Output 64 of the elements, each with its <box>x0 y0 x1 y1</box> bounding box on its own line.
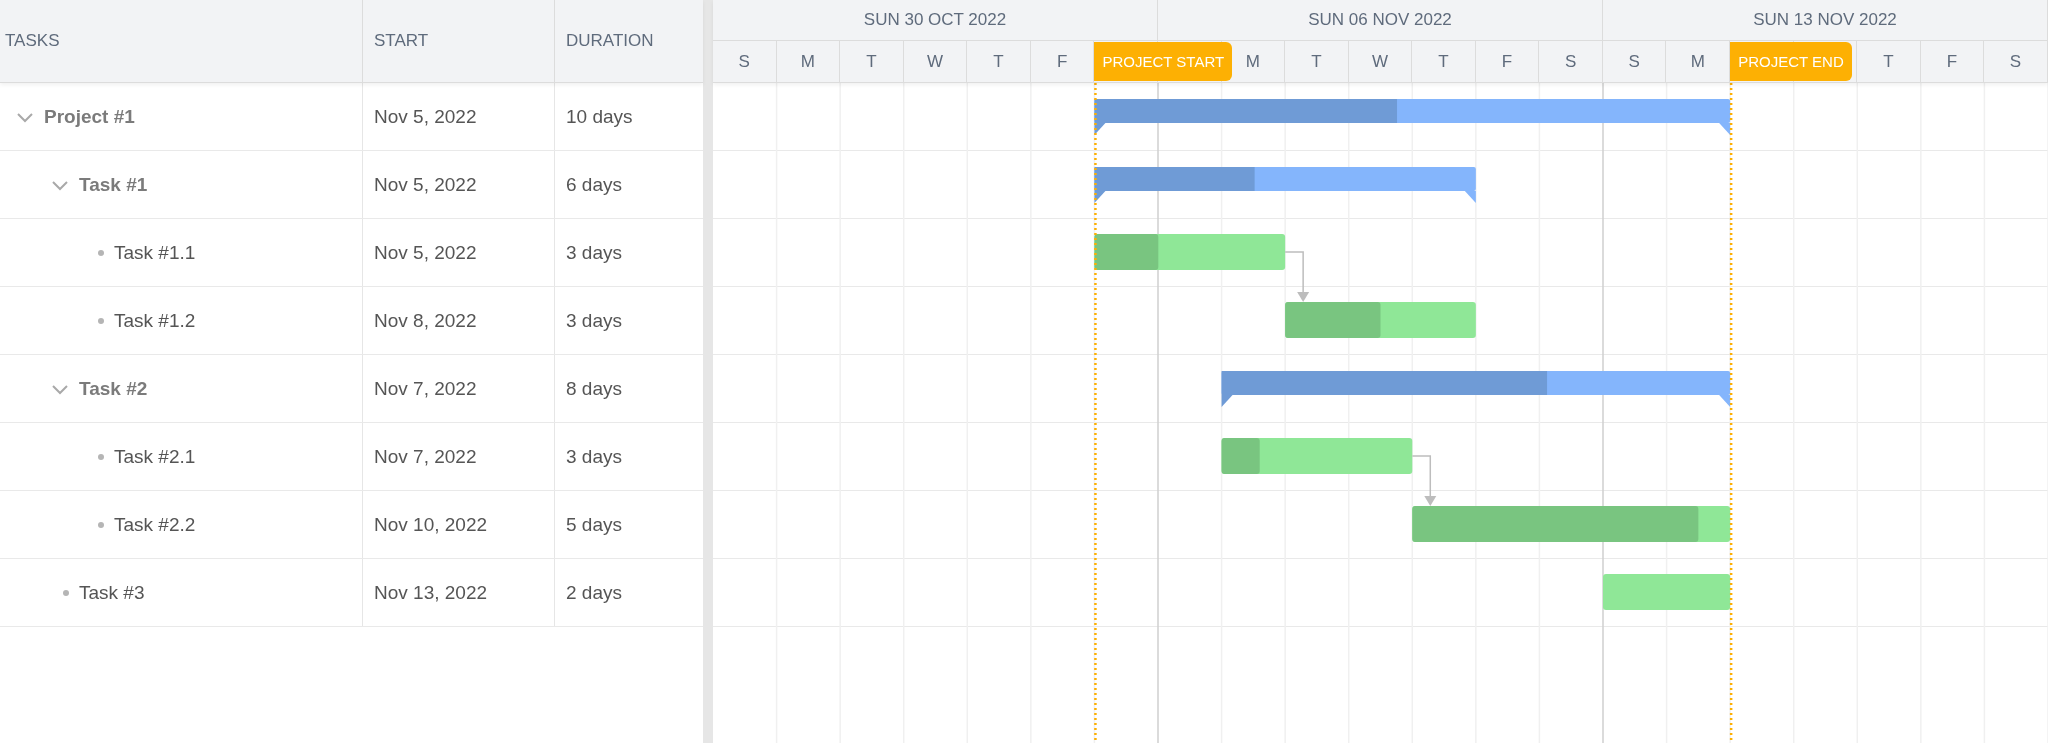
duration: 2 days <box>566 581 622 604</box>
day-label: S <box>2009 51 2022 72</box>
marker-label: PROJECT START <box>1094 42 1233 81</box>
bullet-icon <box>98 249 104 256</box>
day-label: F <box>1056 51 1068 72</box>
week-label: SUN 30 OCT 2022 <box>863 10 1007 30</box>
task-bar[interactable] <box>1221 438 1413 474</box>
task-name: Task #2.2 <box>114 513 196 536</box>
task-name: Task #1.1 <box>114 241 196 264</box>
marker-label: PROJECT END <box>1730 42 1852 81</box>
chevron-down-icon[interactable] <box>51 178 69 191</box>
day-label: S <box>1564 51 1577 72</box>
task-name: Task #2.1 <box>114 445 196 468</box>
duration: 3 days <box>566 309 622 332</box>
day-label: M <box>1245 51 1260 72</box>
day-label: T <box>1883 51 1894 72</box>
duration: 3 days <box>566 445 622 468</box>
start-date: Nov 13, 2022 <box>374 581 488 604</box>
bullet-icon <box>98 453 104 460</box>
task-name: Task #3 <box>79 581 145 604</box>
day-label: F <box>1946 51 1958 72</box>
day-label: M <box>800 51 815 72</box>
duration: 8 days <box>566 377 622 400</box>
week-label: SUN 13 NOV 2022 <box>1753 10 1897 30</box>
bullet-icon <box>98 317 104 324</box>
day-label: T <box>1311 51 1322 72</box>
duration: 10 days <box>566 105 633 128</box>
column-header[interactable]: DURATION <box>566 31 654 51</box>
start-date: Nov 5, 2022 <box>374 173 477 196</box>
start-date: Nov 8, 2022 <box>374 309 477 332</box>
bullet-icon <box>63 589 69 596</box>
day-label: S <box>1628 51 1640 72</box>
task-name: Task #1 <box>79 173 148 196</box>
week-label: SUN 06 NOV 2022 <box>1308 10 1452 30</box>
start-date: Nov 5, 2022 <box>374 241 477 264</box>
task-bar[interactable] <box>1094 234 1286 270</box>
start-date: Nov 7, 2022 <box>374 377 477 400</box>
day-label: F <box>1501 51 1513 72</box>
task-bar[interactable] <box>1285 302 1476 338</box>
task-name: Task #1.2 <box>114 309 196 332</box>
task-bar[interactable] <box>1412 506 1731 542</box>
day-label: T <box>1438 51 1449 72</box>
duration: 6 days <box>566 173 622 196</box>
chevron-down-icon[interactable] <box>51 382 69 395</box>
duration: 5 days <box>566 513 622 536</box>
day-label: T <box>993 51 1004 72</box>
chevron-down-icon[interactable] <box>16 110 34 123</box>
column-header[interactable]: TASKS <box>5 31 60 51</box>
duration: 3 days <box>566 241 622 264</box>
day-label: S <box>738 51 750 72</box>
summary-bar[interactable] <box>1094 167 1476 203</box>
day-label: W <box>926 51 943 72</box>
bullet-icon <box>98 521 104 528</box>
start-date: Nov 10, 2022 <box>374 513 488 536</box>
day-label: T <box>866 51 877 72</box>
day-label: M <box>1690 51 1705 72</box>
summary-bar[interactable] <box>1221 371 1731 407</box>
summary-bar[interactable] <box>1094 99 1731 135</box>
task-name: Project #1 <box>44 105 135 128</box>
start-date: Nov 5, 2022 <box>374 105 477 128</box>
day-label: W <box>1371 51 1388 72</box>
column-header[interactable]: START <box>374 31 429 51</box>
task-name: Task #2 <box>79 377 148 400</box>
start-date: Nov 7, 2022 <box>374 445 477 468</box>
